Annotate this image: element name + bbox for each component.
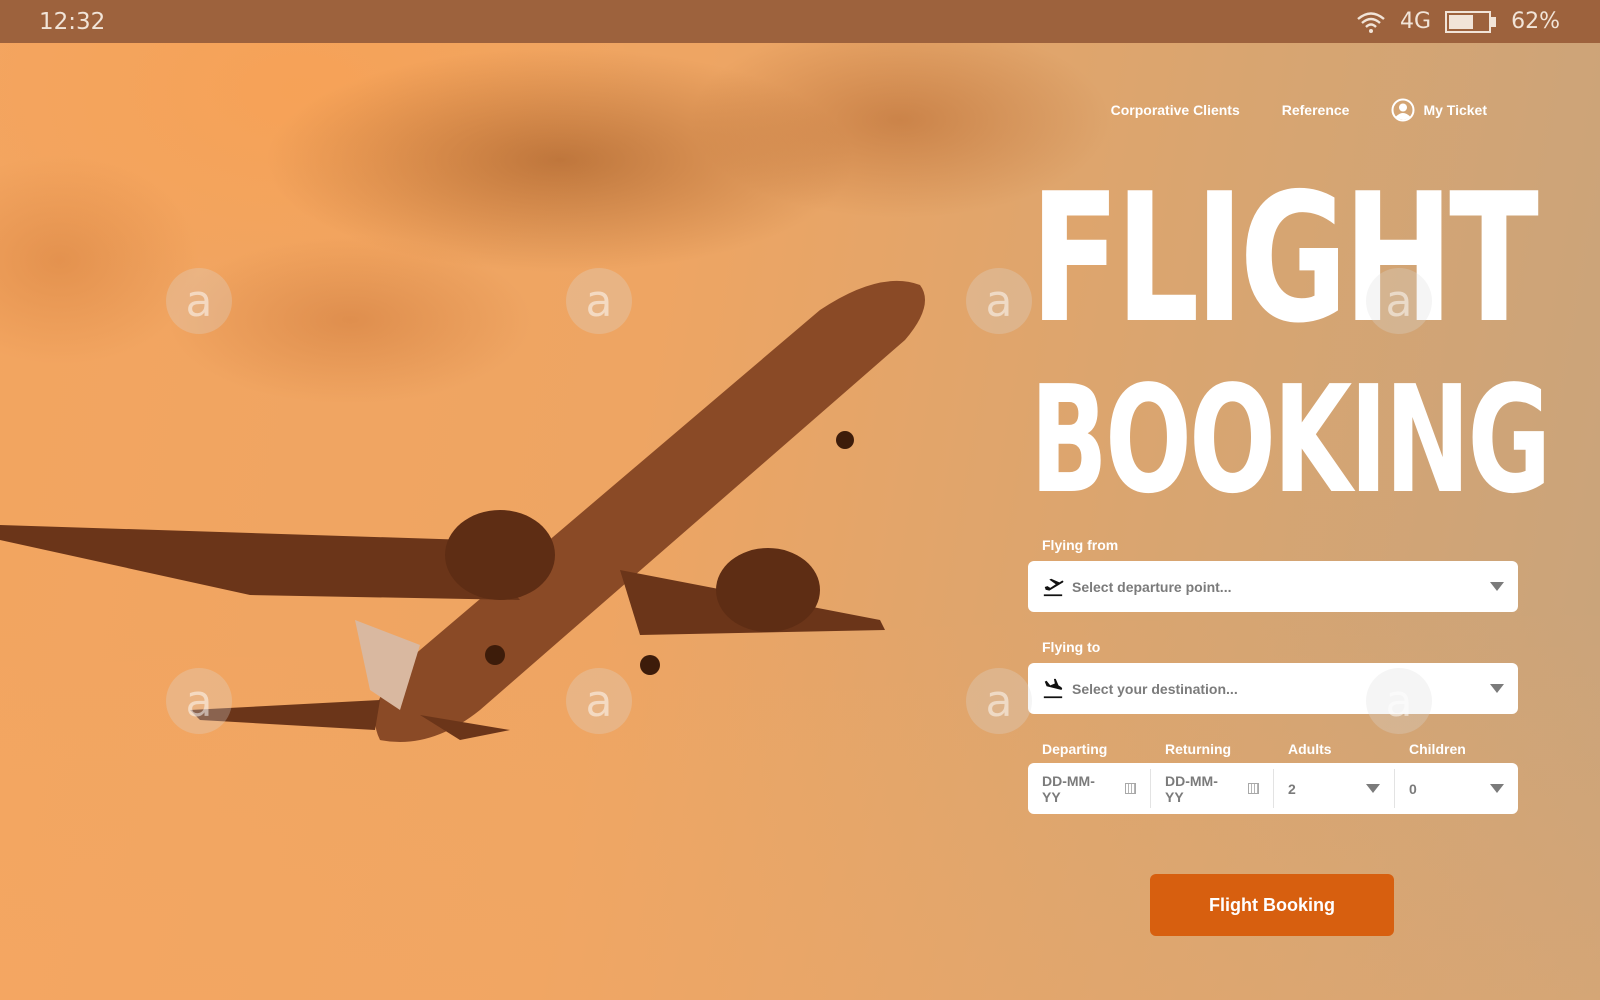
user-circle-icon [1391, 98, 1415, 122]
adults-select[interactable]: 2 [1274, 769, 1395, 808]
departure-placeholder: Select departure point... [1072, 578, 1232, 595]
returning-label: Returning [1165, 741, 1232, 757]
hero-line-1: FLIGHT [1030, 155, 1539, 362]
battery-percent: 62% [1511, 9, 1560, 34]
flying-to-label: Flying to [1042, 639, 1101, 655]
nav-my-ticket[interactable]: My Ticket [1391, 98, 1487, 122]
departing-placeholder: DD-MM-YY [1042, 772, 1095, 805]
destination-placeholder: Select your destination... [1072, 680, 1238, 697]
children-label: Children [1409, 741, 1466, 757]
calendar-icon [1125, 783, 1136, 794]
battery-icon [1445, 10, 1497, 33]
status-indicators: 4G 62% [1356, 9, 1560, 34]
departing-label: Departing [1042, 741, 1108, 757]
children-select[interactable]: 0 [1395, 769, 1518, 808]
top-nav: Corporative Clients Reference My Ticket [1111, 98, 1487, 122]
airplane-image [0, 280, 925, 742]
plane-takeoff-icon [1043, 578, 1064, 596]
nav-corporative-clients[interactable]: Corporative Clients [1111, 102, 1240, 118]
flying-from-label: Flying from [1042, 537, 1119, 553]
destination-select[interactable]: Select your destination... [1028, 663, 1518, 714]
chevron-down-icon [1490, 784, 1504, 793]
booking-form: Flying from Select departure point... Fl… [1028, 537, 1518, 814]
hero-title: FLIGHT BOOKING [1030, 155, 1600, 526]
returning-placeholder: DD-MM-YY [1165, 772, 1218, 805]
status-bar: 12:32 4G 62% [0, 0, 1600, 43]
hero-line-2: BOOKING [1030, 354, 1551, 526]
nav-reference[interactable]: Reference [1282, 102, 1350, 118]
wifi-icon [1357, 11, 1385, 33]
plane-landing-icon [1043, 678, 1063, 698]
returning-date-input[interactable]: DD-MM-YY [1151, 769, 1274, 808]
clock: 12:32 [39, 8, 106, 35]
calendar-icon [1248, 783, 1259, 794]
chevron-down-icon [1366, 784, 1380, 793]
departing-date-input[interactable]: DD-MM-YY [1028, 769, 1151, 808]
details-labels: Departing Returning Adults Children [1028, 741, 1518, 757]
adults-label: Adults [1288, 741, 1332, 757]
departure-select[interactable]: Select departure point... [1028, 561, 1518, 612]
details-row: DD-MM-YY DD-MM-YY 2 0 [1028, 763, 1518, 814]
nav-my-ticket-label: My Ticket [1423, 102, 1487, 118]
network-type: 4G [1400, 9, 1432, 34]
adults-value: 2 [1288, 780, 1296, 797]
chevron-down-icon [1490, 582, 1504, 591]
chevron-down-icon [1490, 684, 1504, 693]
children-value: 0 [1409, 780, 1417, 797]
flight-booking-button[interactable]: Flight Booking [1150, 874, 1394, 936]
